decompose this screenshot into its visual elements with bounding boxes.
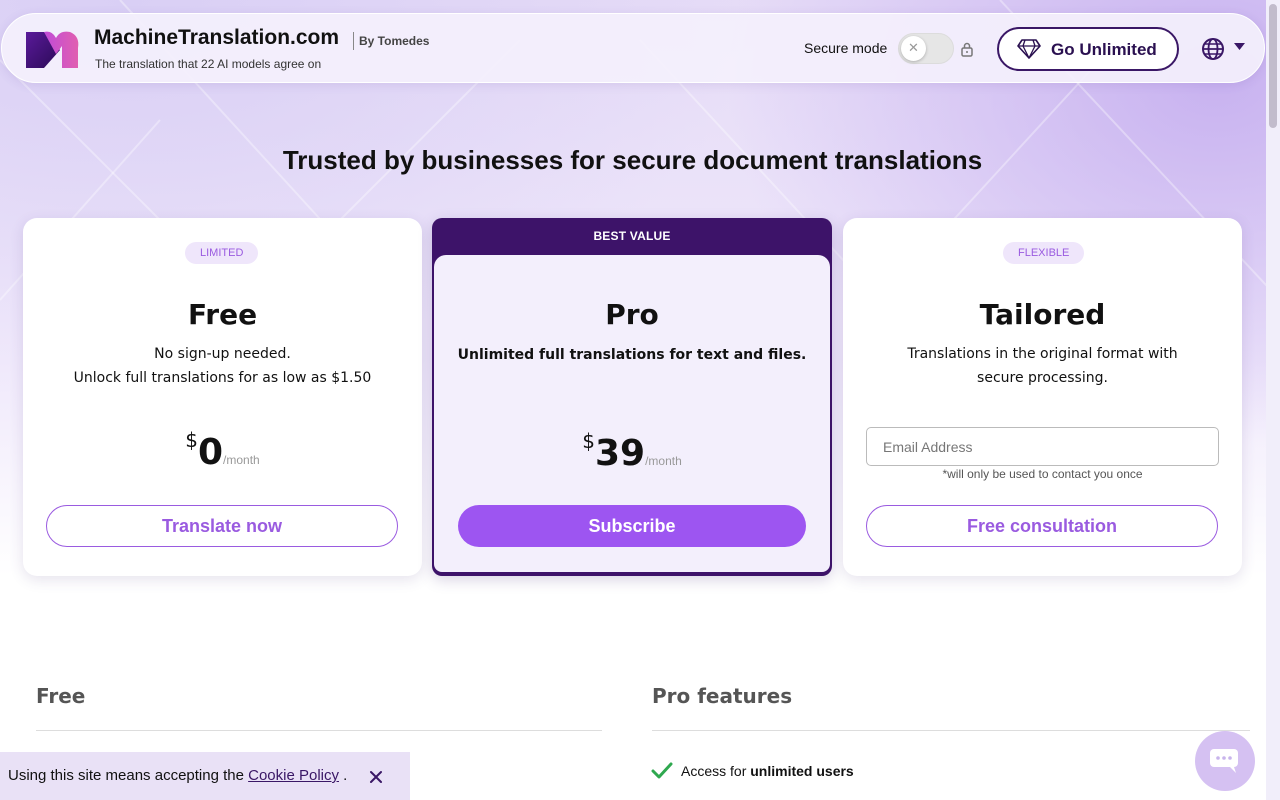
plan-badge-flexible: FLEXIBLE [1003,242,1085,264]
brand-by-label: By Tomedes [359,34,430,48]
plan-card-free: LIMITED Free No sign-up needed. Unlock f… [23,218,422,576]
go-unlimited-label: Go Unlimited [1051,40,1157,59]
brand-logo-icon[interactable] [24,28,80,70]
feature-item-unlimited-users: Access for unlimited users [681,763,854,779]
cookie-policy-link[interactable]: Cookie Policy [248,767,339,784]
secure-mode-toggle[interactable]: ✕ [898,33,954,64]
lock-icon [961,42,973,57]
plan-badge-limited: LIMITED [185,242,259,264]
translate-now-button[interactable]: Translate now [46,505,398,547]
price-amount: 39 [594,433,646,474]
plan-card-pro: BEST VALUE Pro Unlimited full translatio… [432,218,832,576]
brand-title[interactable]: MachineTranslation.com [94,26,339,50]
cookie-suffix: . [339,767,348,784]
price-currency: $ [185,428,198,452]
globe-icon[interactable] [1201,37,1225,61]
close-icon: ✕ [901,36,926,61]
plan-name-free: Free [187,298,258,331]
diamond-icon [1017,39,1041,59]
email-field[interactable] [866,427,1219,466]
plan-name-pro: Pro [605,298,659,331]
price-currency: $ [582,429,595,453]
plan-price-free: $0/month [23,428,422,473]
page-scrollbar[interactable] [1266,0,1280,800]
cookie-message: Using this site means accepting the [8,767,249,784]
free-consultation-button[interactable]: Free consultation [866,505,1218,547]
plan-desc-free-line2: Unlock full translations for as low as $… [73,370,372,386]
plan-name-tailored: Tailored [979,298,1106,331]
cookie-text: Using this site means accepting the Cook… [8,767,347,784]
plan-desc-tailored: Translations in the original format with… [907,346,1178,386]
plan-card-pro-body: Pro Unlimited full translations for text… [434,255,830,572]
price-period: /month [223,453,260,467]
chat-widget-button[interactable] [1195,731,1255,791]
free-features-title: Free [36,684,86,708]
cookie-banner: Using this site means accepting the Cook… [0,752,410,800]
brand-tagline: The translation that 22 AI models agree … [95,57,322,71]
email-note: *will only be used to contact you once [942,467,1143,481]
best-value-ribbon: BEST VALUE [593,229,671,243]
chevron-down-icon[interactable] [1234,43,1245,51]
check-icon [651,762,673,779]
feature-item-prefix: Access for [681,763,751,779]
price-amount: 0 [197,432,224,473]
free-features-divider [36,730,602,731]
chat-icon [1210,749,1238,773]
secure-mode-label: Secure mode [804,40,888,56]
plan-desc-free-line1: No sign-up needed. [154,346,291,362]
price-period: /month [645,454,682,468]
plan-price-pro: $39/month [434,429,830,474]
pro-features-divider [652,730,1250,731]
subscribe-button[interactable]: Subscribe [458,505,806,547]
page-headline: Trusted by businesses for secure documen… [282,145,983,175]
plan-card-tailored: FLEXIBLE Tailored Translations in the or… [843,218,1242,576]
plan-desc-pro: Unlimited full translations for text and… [457,347,807,363]
top-navbar: MachineTranslation.com By Tomedes The tr… [1,13,1265,83]
go-unlimited-button[interactable]: Go Unlimited [997,27,1179,71]
scrollbar-thumb[interactable] [1269,4,1277,128]
feature-item-bold: unlimited users [750,763,854,779]
pro-features-title: Pro features [652,684,793,708]
brand-divider [353,32,354,50]
cookie-close-icon[interactable] [369,770,383,784]
